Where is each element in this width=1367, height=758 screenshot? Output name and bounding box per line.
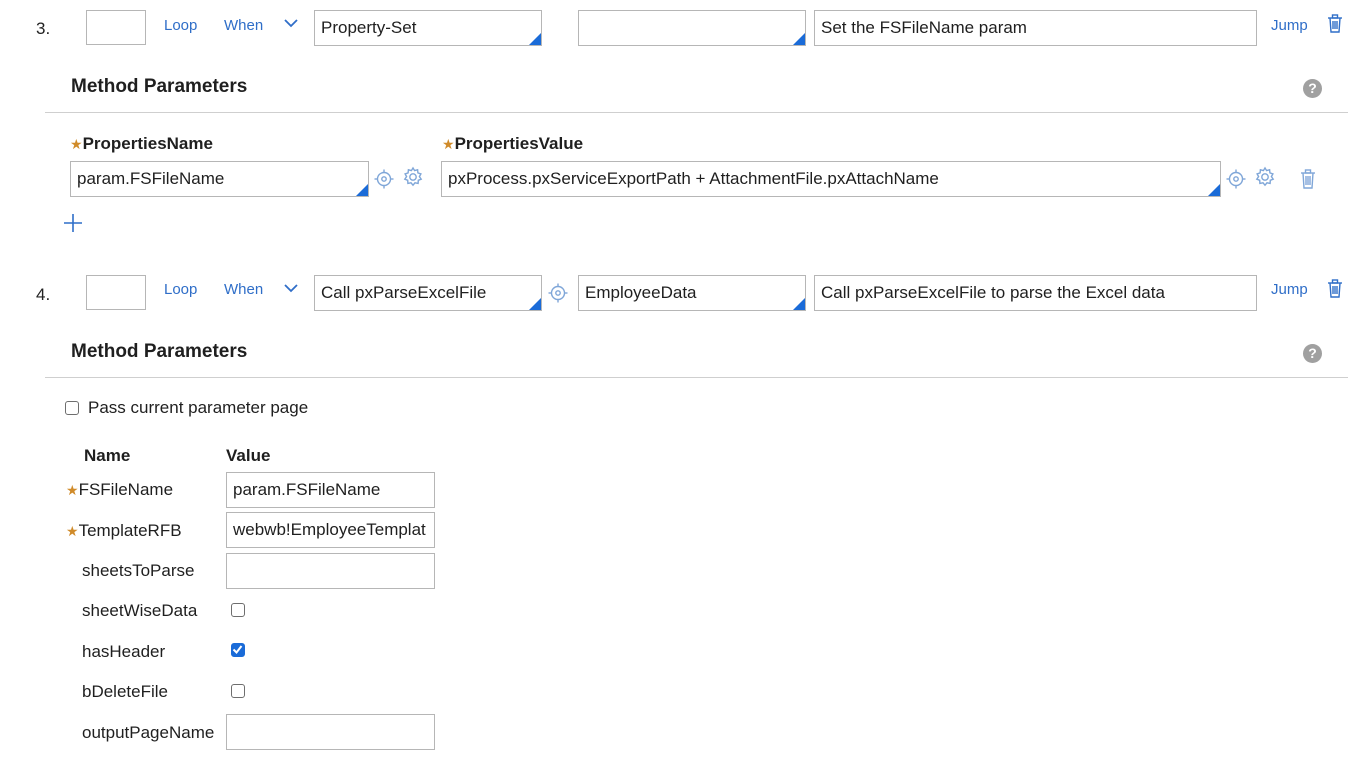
step-number: 4. [36, 285, 51, 304]
jump-link[interactable]: Jump [1271, 281, 1308, 298]
section-divider [45, 112, 1348, 113]
checkmark-icon [232, 645, 243, 655]
step-page-field[interactable] [578, 10, 806, 46]
properties-value-value: pxProcess.pxServiceExportPath + Attachme… [448, 169, 939, 188]
properties-value-header: ★PropertiesValue [442, 134, 584, 153]
help-icon[interactable]: ? [1303, 79, 1322, 98]
required-star-icon: ★ [70, 136, 83, 152]
param-value-fsfilename[interactable]: param.FSFileName [226, 472, 435, 508]
step-label-input[interactable] [86, 275, 146, 310]
crosshair-icon[interactable] [374, 169, 394, 189]
param-value-sheetstoparse[interactable] [226, 553, 435, 589]
required-star-icon: ★ [66, 523, 79, 539]
description-value: Call pxParseExcelFile to parse the Excel… [821, 283, 1165, 302]
autocomplete-indicator-icon [793, 298, 805, 310]
properties-name-value: param.FSFileName [77, 169, 225, 188]
value-column-header: Value [226, 446, 271, 465]
description-field[interactable]: Set the FSFileName param [814, 10, 1257, 46]
autocomplete-indicator-icon [1208, 184, 1220, 196]
trash-icon[interactable] [1326, 279, 1344, 299]
method-value: Property-Set [321, 18, 417, 37]
param-checkbox-hasheader[interactable] [231, 643, 245, 657]
param-value-templaterfb[interactable]: webwb!EmployeeTemplat [226, 512, 435, 548]
gear-icon[interactable] [402, 166, 424, 188]
properties-name-field[interactable]: param.FSFileName [70, 161, 369, 197]
chevron-down-icon[interactable] [283, 18, 299, 28]
loop-link[interactable]: Loop [164, 17, 197, 34]
properties-name-header: ★PropertiesName [70, 134, 213, 153]
method-value: Call pxParseExcelFile [321, 283, 487, 302]
step-label-input[interactable] [86, 10, 146, 45]
autocomplete-indicator-icon [793, 33, 805, 45]
param-name-sheetwisedata: sheetWiseData [82, 601, 198, 620]
param-value-outputpagename[interactable] [226, 714, 435, 750]
when-link[interactable]: When [224, 281, 263, 298]
crosshair-icon[interactable] [548, 283, 568, 303]
autocomplete-indicator-icon [356, 184, 368, 196]
autocomplete-indicator-icon [529, 33, 541, 45]
required-star-icon: ★ [66, 482, 79, 498]
jump-link[interactable]: Jump [1271, 17, 1308, 34]
param-name-sheetstoparse: sheetsToParse [82, 561, 195, 580]
required-star-icon: ★ [442, 136, 455, 152]
plus-icon[interactable] [63, 213, 83, 233]
param-name-fsfilename: ★FSFileName [66, 480, 174, 499]
autocomplete-indicator-icon [529, 298, 541, 310]
method-parameters-title: Method Parameters [71, 341, 248, 362]
param-name-outputpagename: outputPageName [82, 723, 215, 742]
step-page-value: EmployeeData [585, 283, 697, 302]
section-divider [45, 377, 1348, 378]
method-field[interactable]: Property-Set [314, 10, 542, 46]
param-checkbox-sheetwisedata[interactable] [231, 603, 245, 617]
loop-link[interactable]: Loop [164, 281, 197, 298]
pass-param-page-checkbox[interactable] [65, 401, 79, 415]
crosshair-icon[interactable] [1226, 169, 1246, 189]
param-name-templaterfb: ★TemplateRFB [66, 521, 182, 540]
param-checkbox-bdeletefile[interactable] [231, 684, 245, 698]
properties-value-field[interactable]: pxProcess.pxServiceExportPath + Attachme… [441, 161, 1221, 197]
trash-icon[interactable] [1299, 169, 1317, 190]
method-parameters-title: Method Parameters [71, 76, 248, 97]
param-name-hasheader: hasHeader [82, 642, 166, 661]
step-page-field[interactable]: EmployeeData [578, 275, 806, 311]
param-name-bdeletefile: bDeleteFile [82, 682, 168, 701]
chevron-down-icon[interactable] [283, 283, 299, 293]
when-link[interactable]: When [224, 17, 263, 34]
method-field[interactable]: Call pxParseExcelFile [314, 275, 542, 311]
pass-param-page-label: Pass current parameter page [88, 398, 309, 417]
name-column-header: Name [84, 446, 131, 465]
trash-icon[interactable] [1326, 14, 1344, 34]
help-icon[interactable]: ? [1303, 344, 1322, 363]
description-field[interactable]: Call pxParseExcelFile to parse the Excel… [814, 275, 1257, 311]
description-value: Set the FSFileName param [821, 18, 1027, 37]
step-number: 3. [36, 19, 51, 38]
gear-icon[interactable] [1254, 166, 1276, 188]
